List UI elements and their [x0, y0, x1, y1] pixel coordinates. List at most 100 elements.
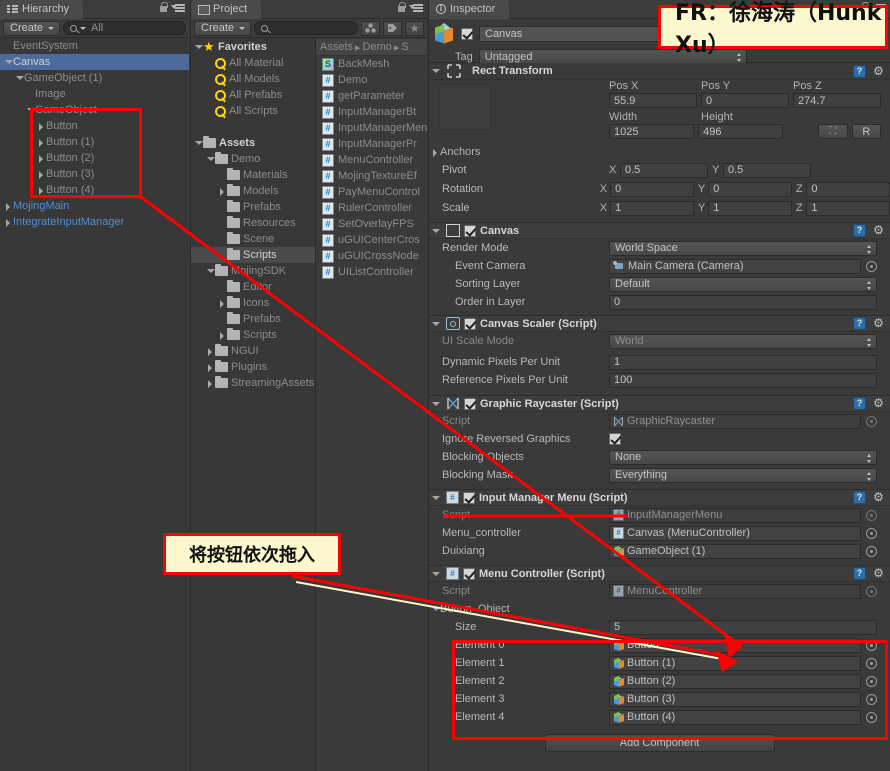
help-icon[interactable]: ?	[853, 317, 866, 330]
project-file-item[interactable]: # MenuController	[316, 152, 427, 168]
pos-y-input[interactable]: 0	[701, 93, 789, 108]
gear-icon[interactable]: ⚙	[872, 567, 885, 580]
pos-x-input[interactable]: 55.9	[609, 93, 697, 108]
scale-z-input[interactable]: 1	[806, 200, 890, 216]
collapse-triangle-icon[interactable]	[431, 63, 442, 79]
collapse-triangle-icon[interactable]	[431, 316, 442, 332]
tab-hierarchy[interactable]: Hierarchy	[0, 0, 84, 19]
expand-triangle-icon[interactable]	[206, 375, 215, 391]
object-picker-icon[interactable]	[866, 639, 877, 651]
graphic-raycaster-enabled-checkbox[interactable]	[464, 397, 476, 410]
expand-triangle-icon[interactable]	[37, 166, 46, 182]
project-tree-item-prefabs[interactable]: Prefabs	[191, 199, 315, 215]
hierarchy-create-button[interactable]: Create	[3, 20, 61, 36]
project-file-item[interactable]: # UIListController	[316, 264, 427, 280]
blocking-objects-dropdown[interactable]: None	[609, 449, 877, 465]
gameobject-active-checkbox[interactable]	[461, 28, 473, 40]
expand-triangle-icon[interactable]	[206, 343, 215, 359]
object-picker-icon[interactable]	[866, 545, 877, 557]
project-tree-item-ngui[interactable]: NGUI	[191, 343, 315, 359]
canvas-enabled-checkbox[interactable]	[464, 224, 476, 237]
render-mode-dropdown[interactable]: World Space	[609, 240, 877, 256]
scale-y-input[interactable]: 1	[708, 200, 792, 216]
add-component-button[interactable]: Add Component	[544, 734, 775, 752]
anchor-preset-box[interactable]	[439, 84, 491, 130]
gear-icon[interactable]: ⚙	[872, 317, 885, 330]
hierarchy-item-gameobject[interactable]: GameObject	[0, 102, 189, 118]
project-tree-item-materials[interactable]: Materials	[191, 167, 315, 183]
project-tree-item-models[interactable]: Models	[191, 183, 315, 199]
project-tree-item-all-material[interactable]: All Material	[191, 55, 315, 71]
help-icon[interactable]: ?	[853, 567, 866, 580]
help-icon[interactable]: ?	[853, 224, 866, 237]
scale-x-input[interactable]: 1	[610, 200, 694, 216]
blocking-mask-dropdown[interactable]: Everything	[609, 467, 877, 483]
component-header-graphic-raycaster[interactable]: Graphic Raycaster (Script) ? ⚙	[429, 395, 890, 412]
filter-by-label-button[interactable]	[383, 20, 402, 36]
expand-triangle-icon[interactable]	[37, 134, 46, 150]
component-header-menu-controller[interactable]: # Menu Controller (Script) ? ⚙	[429, 565, 890, 582]
expand-triangle-icon[interactable]	[206, 151, 215, 167]
pivot-y-input[interactable]: 0.5	[723, 162, 811, 178]
hierarchy-item-image[interactable]: Image	[0, 86, 189, 102]
pivot-x-input[interactable]: 0.5	[620, 162, 708, 178]
lock-icon[interactable]	[159, 2, 168, 12]
breadcrumb-segment[interactable]: Assets	[320, 41, 353, 53]
array-size-input[interactable]: 5	[609, 619, 877, 635]
project-search-input[interactable]	[254, 21, 358, 35]
filter-by-type-button[interactable]	[361, 20, 380, 36]
project-tree-item-prefabs[interactable]: Prefabs	[191, 311, 315, 327]
project-file-item[interactable]: # MojingTextureEf	[316, 168, 427, 184]
project-tree-item-resources[interactable]: Resources	[191, 215, 315, 231]
array-element-objectfield[interactable]: Button (2)	[609, 673, 861, 689]
project-tree[interactable]: ★ Favorites All Material All Models All Pref…	[191, 39, 315, 771]
project-file-item[interactable]: # getParameter	[316, 88, 427, 104]
expand-triangle-icon[interactable]	[4, 214, 13, 230]
project-tree-item-mojingsdk[interactable]: MojingSDK	[191, 263, 315, 279]
gear-icon[interactable]: ⚙	[872, 224, 885, 237]
project-file-item[interactable]: # uGUICrossNode	[316, 248, 427, 264]
expand-triangle-icon[interactable]	[4, 54, 13, 70]
project-tree-item-scripts[interactable]: Scripts	[191, 327, 315, 343]
project-tree-item-editor[interactable]: Editor	[191, 279, 315, 295]
blueprint-mode-button[interactable]: ⛶	[818, 124, 848, 139]
project-tree-item-all-scripts[interactable]: All Scripts	[191, 103, 315, 119]
hierarchy-search-input[interactable]: All	[63, 21, 186, 35]
array-expand-icon[interactable]	[431, 601, 440, 617]
component-header-rect-transform[interactable]: Rect Transform ? ⚙	[429, 63, 890, 80]
tab-inspector[interactable]: i Inspector	[429, 0, 510, 19]
project-tree-item-plugins[interactable]: Plugins	[191, 359, 315, 375]
array-element-objectfield[interactable]: Button (4)	[609, 709, 861, 725]
object-picker-icon[interactable]	[866, 415, 877, 427]
hierarchy-item-button[interactable]: Button	[0, 118, 189, 134]
tab-project[interactable]: Project	[191, 0, 262, 19]
expand-triangle-icon[interactable]	[218, 295, 227, 311]
ignore-reversed-checkbox[interactable]	[609, 433, 621, 445]
button-object-array-row[interactable]: Button_Object	[429, 600, 890, 618]
hierarchy-tree[interactable]: EventSystem Canvas GameObject (1) Image Game…	[0, 38, 189, 230]
menu-controller-enabled-checkbox[interactable]	[463, 567, 475, 580]
imm-script-objectfield[interactable]: # InputManagerMenu	[609, 507, 861, 523]
project-file-item[interactable]: # InputManagerBt	[316, 104, 427, 120]
breadcrumb[interactable]: Assets ▸ Demo ▸ S	[316, 39, 427, 56]
expand-triangle-icon[interactable]	[26, 102, 35, 118]
project-tree-item-icons[interactable]: Icons	[191, 295, 315, 311]
expand-triangle-icon[interactable]	[4, 198, 13, 214]
component-header-canvas-scaler[interactable]: Canvas Scaler (Script) ? ⚙	[429, 315, 890, 332]
project-file-item[interactable]: # Demo	[316, 72, 427, 88]
object-picker-icon[interactable]	[866, 711, 877, 723]
input-manager-menu-enabled-checkbox[interactable]	[463, 491, 475, 504]
array-element-objectfield[interactable]: Button	[609, 637, 861, 653]
canvas-scaler-enabled-checkbox[interactable]	[464, 317, 476, 330]
gear-icon[interactable]: ⚙	[872, 491, 885, 504]
component-header-canvas[interactable]: Canvas ? ⚙	[429, 222, 890, 239]
expand-triangle-icon[interactable]	[194, 39, 203, 55]
menu-controller-objectfield[interactable]: # Canvas (MenuController)	[609, 525, 861, 541]
project-file-item[interactable]: # RulerController	[316, 200, 427, 216]
gear-icon[interactable]: ⚙	[872, 65, 885, 78]
hierarchy-item-eventsystem[interactable]: EventSystem	[0, 38, 189, 54]
ui-scale-mode-dropdown[interactable]: World	[609, 333, 877, 349]
breadcrumb-segment[interactable]: Demo	[363, 41, 392, 53]
hierarchy-item-button-1-[interactable]: Button (1)	[0, 134, 189, 150]
object-picker-icon[interactable]	[866, 585, 877, 597]
